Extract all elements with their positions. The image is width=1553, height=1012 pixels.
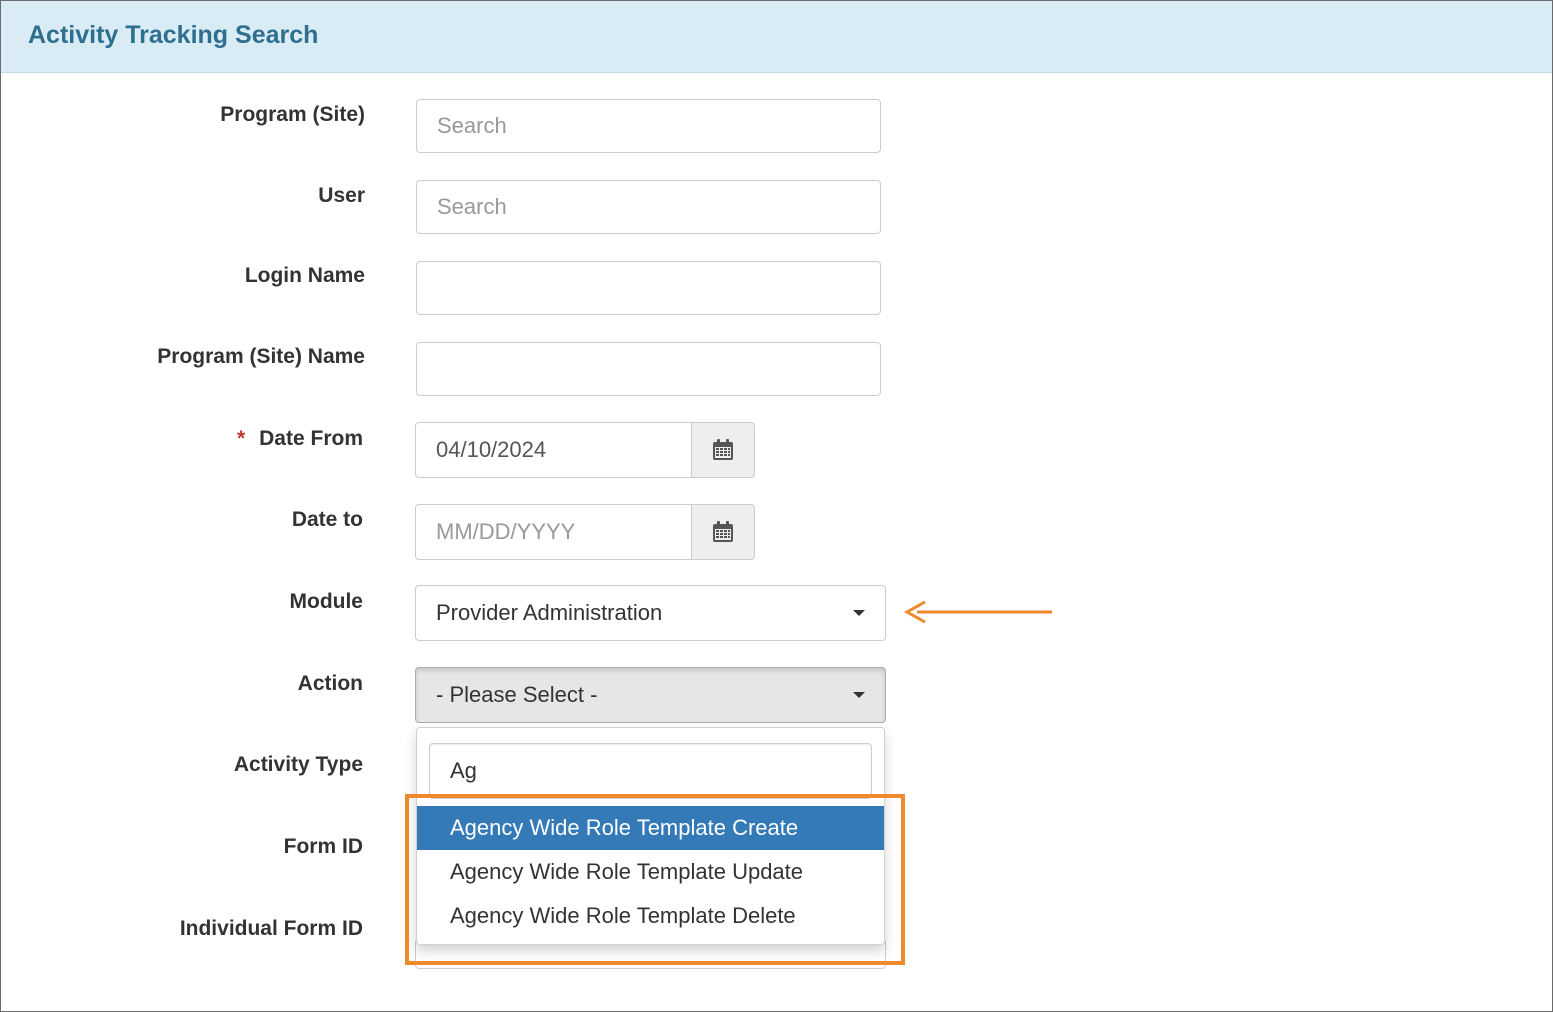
- date-from-label: * Date From: [237, 427, 363, 451]
- date-to-calendar-button[interactable]: [691, 504, 755, 560]
- login-name-label: Login Name: [244, 264, 365, 287]
- module-select[interactable]: Provider Administration: [415, 585, 886, 641]
- panel-header: Activity Tracking Search: [1, 1, 1552, 73]
- action-option-delete[interactable]: Agency Wide Role Template Delete: [417, 894, 884, 938]
- individual-form-id-label: Individual Form ID: [179, 917, 363, 940]
- date-from-input[interactable]: [415, 422, 692, 478]
- program-site-label: Program (Site): [220, 103, 365, 126]
- user-search-input[interactable]: [416, 180, 881, 234]
- date-from-group: [415, 422, 755, 478]
- page-title: Activity Tracking Search: [28, 21, 319, 49]
- required-asterisk: *: [236, 427, 246, 450]
- user-label: User: [318, 184, 365, 207]
- date-from-label-text: Date From: [259, 427, 363, 450]
- login-name-input[interactable]: [416, 261, 881, 315]
- date-to-label: Date to: [291, 508, 363, 531]
- action-dropdown-search-input[interactable]: [429, 743, 872, 799]
- chevron-down-icon: [853, 610, 865, 616]
- program-site-name-input[interactable]: [416, 342, 881, 396]
- module-selected-value: Provider Administration: [436, 600, 663, 625]
- individual-form-id-input[interactable]: [415, 941, 886, 969]
- action-label: Action: [297, 672, 363, 695]
- calendar-icon: [713, 521, 733, 542]
- activity-type-label: Activity Type: [233, 753, 363, 776]
- annotation-arrow-icon: [903, 600, 1052, 624]
- form-id-label: Form ID: [283, 835, 363, 858]
- program-site-name-label: Program (Site) Name: [157, 345, 365, 368]
- module-label: Module: [289, 590, 364, 613]
- activity-tracking-panel: Activity Tracking Search Program (Site) …: [0, 0, 1553, 1012]
- program-site-search-input[interactable]: [416, 99, 881, 153]
- calendar-icon: [713, 439, 733, 460]
- action-option-update[interactable]: Agency Wide Role Template Update: [417, 850, 884, 894]
- action-option-create[interactable]: Agency Wide Role Template Create: [417, 806, 884, 850]
- date-to-input[interactable]: [415, 504, 692, 560]
- date-from-calendar-button[interactable]: [691, 422, 755, 478]
- action-dropdown-menu: Agency Wide Role Template Create Agency …: [416, 727, 885, 945]
- action-select[interactable]: - Please Select -: [415, 667, 886, 723]
- action-selected-value: - Please Select -: [436, 682, 598, 707]
- chevron-down-icon: [853, 692, 865, 698]
- date-to-group: [415, 504, 755, 560]
